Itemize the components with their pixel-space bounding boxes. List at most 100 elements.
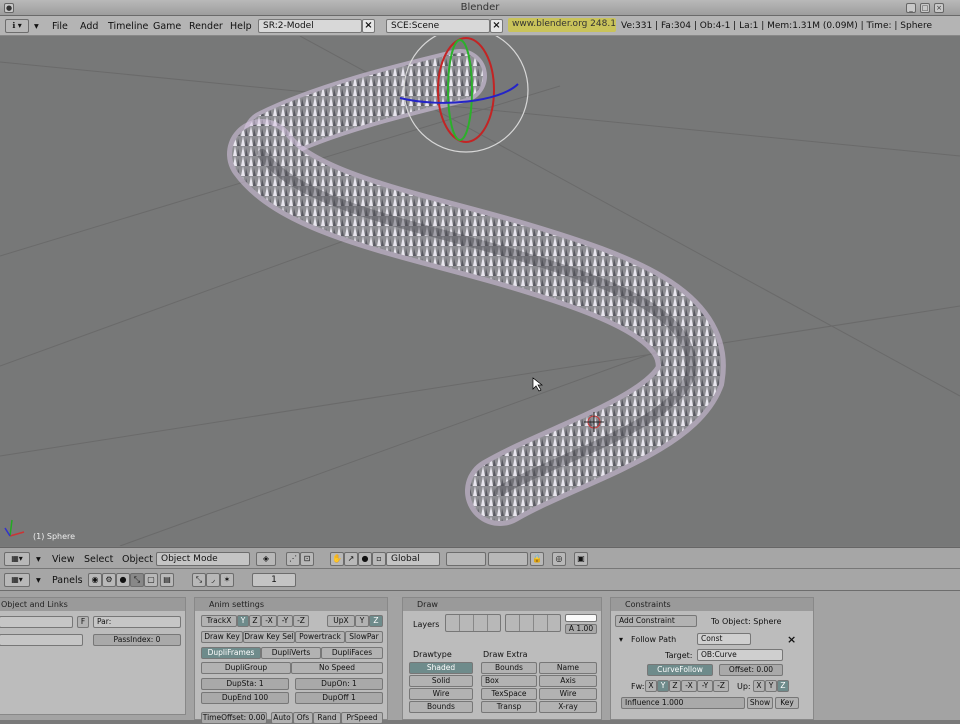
dupligroup-button[interactable]: DupliGroup <box>201 662 291 674</box>
rotate-icon[interactable]: ● <box>358 552 372 566</box>
dupoff-field[interactable]: DupOff 1 <box>295 692 383 704</box>
offset-field[interactable]: Offset: 0.00 <box>719 664 783 676</box>
info-window-type-icon[interactable]: ℹ ▾ <box>5 19 29 33</box>
scene-selector[interactable]: SCE:Scene <box>386 19 490 33</box>
no-speed-button[interactable]: No Speed <box>291 662 383 674</box>
extra-wire-button[interactable]: Wire <box>539 688 597 700</box>
delete-screen-button[interactable]: × <box>362 19 375 33</box>
menu-timeline[interactable]: Timeline <box>108 21 148 32</box>
bounds-type-selector[interactable]: Box <box>481 675 537 687</box>
object-subcontext-icon[interactable]: ⤡ <box>192 573 206 587</box>
influence-slider[interactable]: Influence 1.000 <box>621 697 745 709</box>
orientation-selector[interactable]: Global <box>386 552 440 566</box>
opengl-render-icon[interactable]: ◎ <box>552 552 566 566</box>
extra-name-button[interactable]: Name <box>539 662 597 674</box>
slowpar-button[interactable]: SlowPar <box>345 631 383 643</box>
up-axis-z-button[interactable]: Z <box>777 680 789 692</box>
draw-key-sel-button[interactable]: Draw Key Sel <box>243 631 295 643</box>
menu-help[interactable]: Help <box>230 21 252 32</box>
layer-buttons-a[interactable] <box>446 552 486 566</box>
object-icon[interactable]: ⤡ <box>130 573 144 587</box>
dupsta-field[interactable]: DupSta: 1 <box>201 678 289 690</box>
fw-negy-button[interactable]: -Y <box>697 680 713 692</box>
menu-object[interactable]: Object <box>122 554 153 565</box>
lock-icon[interactable]: 🔒 <box>530 552 544 566</box>
duplifaces-button[interactable]: DupliFaces <box>321 647 383 659</box>
close-icon[interactable]: × <box>934 3 944 13</box>
script-icon[interactable]: ⚙ <box>102 573 116 587</box>
manipulator-hand-icon[interactable]: ✋ <box>330 552 344 566</box>
view3d-window-type-icon[interactable]: ▦▾ <box>4 552 30 566</box>
pass-index-field[interactable]: PassIndex: 0 <box>93 634 181 646</box>
fw-negz-button[interactable]: -Z <box>713 680 729 692</box>
parent-field[interactable]: Par: <box>93 616 181 628</box>
render-icon[interactable]: ▣ <box>574 552 588 566</box>
dupend-field[interactable]: DupEnd 100 <box>201 692 289 704</box>
object-name-field[interactable] <box>0 616 73 628</box>
drawtype-bounds[interactable]: Bounds <box>409 701 473 713</box>
track-negz-button[interactable]: -Z <box>293 615 309 627</box>
up-x-button[interactable]: UpX <box>327 615 355 627</box>
dupon-field[interactable]: DupOn: 1 <box>295 678 383 690</box>
object-layers-grid-a[interactable] <box>445 614 501 632</box>
draw-type-icon[interactable]: ◈ <box>256 552 276 566</box>
drawtype-shaded[interactable]: Shaded <box>409 662 473 674</box>
collapse-icon[interactable]: ▾ <box>36 554 41 565</box>
track-negy-button[interactable]: -Y <box>277 615 293 627</box>
up-axis-y-button[interactable]: Y <box>765 680 777 692</box>
blender-site-link[interactable]: www.blender.org 248.1 <box>508 18 616 32</box>
maximize-icon[interactable]: □ <box>920 3 930 13</box>
scale-icon[interactable]: ▫ <box>372 552 386 566</box>
target-field[interactable]: OB:Curve <box>697 649 783 661</box>
dupliverts-button[interactable]: DupliVerts <box>261 647 321 659</box>
editing-icon[interactable]: ▢ <box>144 573 158 587</box>
wire-color-swatch[interactable] <box>565 614 597 622</box>
constraint-name-field[interactable]: Const <box>697 633 751 645</box>
snap-icon[interactable]: ⊡ <box>300 552 314 566</box>
particles-icon[interactable]: ✶ <box>220 573 234 587</box>
frame-field[interactable]: 1 <box>252 573 296 587</box>
powertrack-button[interactable]: Powertrack <box>295 631 345 643</box>
shading-icon[interactable]: ● <box>116 573 130 587</box>
scene-icon[interactable]: ▤ <box>160 573 174 587</box>
menu-file[interactable]: File <box>52 21 68 32</box>
delete-constraint-icon[interactable]: × <box>787 633 796 646</box>
up-y-button[interactable]: Y <box>355 615 369 627</box>
ofs-button[interactable]: Ofs <box>293 712 313 724</box>
prspeed-button[interactable]: PrSpeed <box>341 712 383 724</box>
menu-add[interactable]: Add <box>80 21 98 32</box>
3d-viewport[interactable] <box>0 36 960 546</box>
alpha-field[interactable]: A 1.00 <box>565 624 597 634</box>
rand-button[interactable]: Rand <box>313 712 341 724</box>
pivot-icon[interactable]: ⋰ <box>286 552 300 566</box>
logic-icon[interactable]: ◉ <box>88 573 102 587</box>
drawtype-solid[interactable]: Solid <box>409 675 473 687</box>
track-z-button[interactable]: Z <box>249 615 261 627</box>
physics-icon[interactable]: ◞ <box>206 573 220 587</box>
fake-user-button[interactable]: F <box>77 616 89 628</box>
fw-z-button[interactable]: Z <box>669 680 681 692</box>
minimize-icon[interactable]: _ <box>906 3 916 13</box>
buttons-window-type-icon[interactable]: ▦▾ <box>4 573 30 587</box>
timeoffset-field[interactable]: TimeOffset: 0.00 <box>201 712 267 724</box>
menu-select[interactable]: Select <box>84 554 113 565</box>
collapse-icon[interactable]: ▾ <box>36 575 41 586</box>
extra-xray-button[interactable]: X-ray <box>539 701 597 713</box>
extra-axis-button[interactable]: Axis <box>539 675 597 687</box>
dupliframes-button[interactable]: DupliFrames <box>201 647 261 659</box>
menu-view[interactable]: View <box>52 554 75 565</box>
constraint-expand-icon[interactable]: ▾ <box>619 635 623 644</box>
auto-button[interactable]: Auto <box>271 712 293 724</box>
object-group-field[interactable] <box>0 634 83 646</box>
menu-game[interactable]: Game <box>153 21 181 32</box>
mode-selector[interactable]: Object Mode <box>156 552 250 566</box>
fw-x-button[interactable]: X <box>645 680 657 692</box>
track-y-button[interactable]: Y <box>237 615 249 627</box>
add-constraint-menu[interactable]: Add Constraint <box>615 615 697 627</box>
layer-buttons-b[interactable] <box>488 552 528 566</box>
object-layers-grid-b[interactable] <box>505 614 561 632</box>
fw-y-button[interactable]: Y <box>657 680 669 692</box>
influence-show-button[interactable]: Show <box>747 697 773 709</box>
screen-selector[interactable]: SR:2-Model <box>258 19 362 33</box>
draw-key-button[interactable]: Draw Key <box>201 631 243 643</box>
